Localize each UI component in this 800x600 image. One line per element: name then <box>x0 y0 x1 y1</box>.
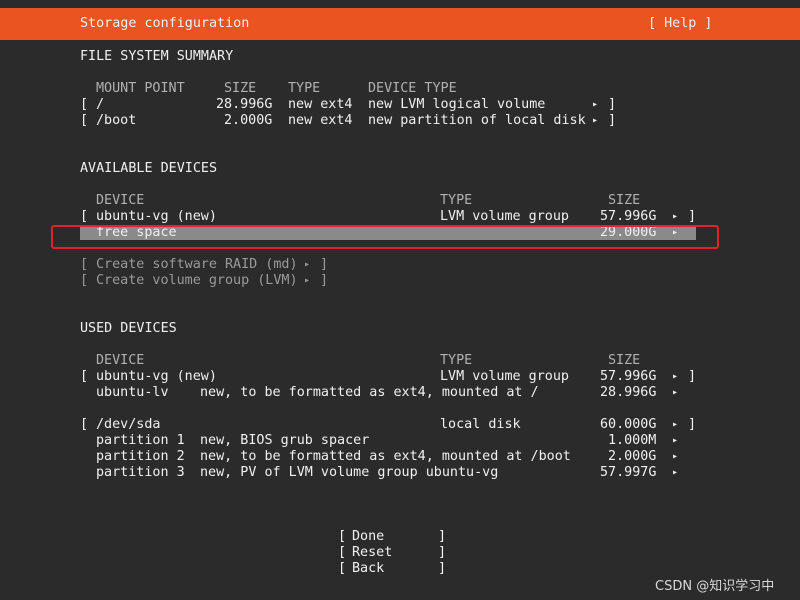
device-type: LVM volume group <box>440 369 569 384</box>
arrow-right-icon[interactable]: ▸ <box>672 385 678 401</box>
bracket-open: [ <box>80 113 89 128</box>
arrow-right-icon[interactable]: ▸ <box>672 369 678 385</box>
device-name: partition 1 <box>96 433 185 448</box>
device-name: ubuntu-vg (new) <box>96 209 217 224</box>
title-bar: Storage configuration [ Help ] <box>0 8 800 40</box>
bracket-close: ] <box>438 561 447 576</box>
annotation-box <box>51 225 719 249</box>
mount-point: /boot <box>96 113 137 128</box>
bracket-close: ] <box>608 97 617 112</box>
col-size: SIZE <box>608 193 641 208</box>
col-device-type: DEVICE TYPE <box>368 81 457 96</box>
arrow-right-icon[interactable]: ▸ <box>672 449 678 465</box>
device-size: 57.996G <box>600 209 657 224</box>
col-device: DEVICE <box>96 353 145 368</box>
bracket-close: ] <box>688 417 697 432</box>
fs-type: new ext4 <box>288 97 353 112</box>
device-description: new, to be formatted as ext4, mounted at… <box>200 449 571 464</box>
device-name: ubuntu-vg (new) <box>96 369 217 384</box>
col-type: TYPE <box>440 353 473 368</box>
page-title: Storage configuration <box>80 16 250 31</box>
bracket-close: ] <box>688 209 697 224</box>
col-size: SIZE <box>224 81 257 96</box>
bracket-open: [ <box>338 561 347 576</box>
arrow-right-icon[interactable]: ▸ <box>592 97 598 113</box>
bracket-close: ] <box>688 369 697 384</box>
arrow-right-icon: ▸ <box>304 275 311 286</box>
arrow-right-icon[interactable]: ▸ <box>592 113 598 129</box>
bracket-close: ] <box>320 257 329 272</box>
bracket-open: [ <box>338 545 347 560</box>
device-size: 60.000G <box>600 417 657 432</box>
arrow-right-icon[interactable]: ▸ <box>672 465 678 481</box>
bracket-open: [ <box>80 209 89 224</box>
available-devices-heading: AVAILABLE DEVICES <box>80 161 218 176</box>
device-name: partition 2 <box>96 449 185 464</box>
bracket-close: ] <box>320 273 329 288</box>
reset-button-label: Reset <box>352 545 393 560</box>
device-description: new, PV of LVM volume group ubuntu-vg <box>200 465 499 480</box>
col-mount-point: MOUNT POINT <box>96 81 185 96</box>
device-size: 57.997G <box>600 465 657 480</box>
bracket-open: [ <box>338 529 347 544</box>
bracket-open: [ <box>80 97 89 112</box>
action-label: Create software RAID (md) <box>96 257 298 272</box>
device-description: new, BIOS grub spacer <box>200 433 370 448</box>
device-type: local disk <box>440 417 521 432</box>
arrow-right-icon: ▸ <box>304 259 311 270</box>
device-size: 57.996G <box>600 369 657 384</box>
device-name: partition 3 <box>96 465 185 480</box>
col-device: DEVICE <box>96 193 145 208</box>
arrow-right-icon[interactable]: ▸ <box>672 209 678 225</box>
fs-type: new ext4 <box>288 113 353 128</box>
col-type: TYPE <box>440 193 473 208</box>
device-name: /dev/sda <box>96 417 161 432</box>
bracket-open: [ <box>80 369 89 384</box>
device-type: LVM volume group <box>440 209 569 224</box>
device-size: 28.996G <box>600 385 657 400</box>
bracket-close: ] <box>608 113 617 128</box>
device-type: new LVM logical volume <box>368 97 546 112</box>
bracket-close: ] <box>438 545 447 560</box>
size: 2.000G <box>224 113 273 128</box>
back-button-label: Back <box>352 561 385 576</box>
mount-point: / <box>96 97 105 112</box>
arrow-right-icon[interactable]: ▸ <box>672 417 678 433</box>
help-button[interactable]: [ Help ] <box>648 16 713 32</box>
watermark: CSDN @知识学习中 <box>655 579 775 594</box>
action-label: Create volume group (LVM) <box>96 273 298 288</box>
device-size: 1.000M <box>608 433 657 448</box>
size: 28.996G <box>216 97 273 112</box>
arrow-right-icon[interactable]: ▸ <box>672 433 678 449</box>
bracket-open: [ <box>80 257 89 272</box>
col-type: TYPE <box>288 81 321 96</box>
bracket-open: [ <box>80 273 89 288</box>
done-button-label: Done <box>352 529 385 544</box>
col-size: SIZE <box>608 353 641 368</box>
used-devices-heading: USED DEVICES <box>80 321 177 336</box>
device-description: new, to be formatted as ext4, mounted at… <box>200 385 539 400</box>
bracket-close: ] <box>438 529 447 544</box>
device-type: new partition of local disk <box>368 113 586 128</box>
fs-summary-heading: FILE SYSTEM SUMMARY <box>80 49 234 64</box>
device-name: ubuntu-lv <box>96 385 169 400</box>
device-size: 2.000G <box>608 449 657 464</box>
bracket-open: [ <box>80 417 89 432</box>
